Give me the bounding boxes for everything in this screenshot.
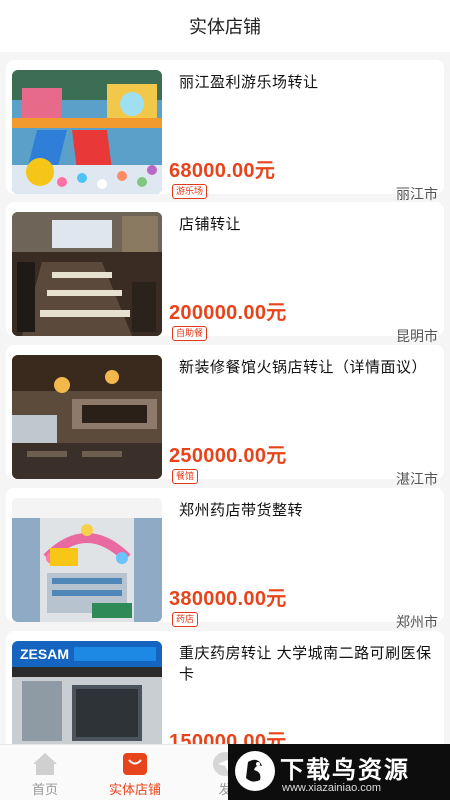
listing-list[interactable]: 丽江盈利游乐场转让 68000.00元 游乐场 丽江市 店铺转让 200000.… <box>0 52 450 744</box>
listing-title: 店铺转让 <box>179 216 242 233</box>
category-tag: 游乐场 <box>172 184 208 199</box>
listing-title: 丽江盈利游乐场转让 <box>179 74 319 91</box>
bird-logo-icon <box>235 751 275 791</box>
hotpot-restaurant-photo <box>12 355 162 479</box>
tab-home[interactable]: 首页 <box>0 745 90 800</box>
listing-card[interactable]: ZESAM 重庆药房转让 大学城南二路可刷医保卡 150000.00元 <box>6 631 444 744</box>
top-header: 实体店铺 <box>0 0 450 52</box>
listing-title: 新装修餐馆火锅店转让（详情面议） <box>179 359 428 376</box>
page-title: 实体店铺 <box>189 17 261 37</box>
category-tag: 餐馆 <box>172 469 199 484</box>
listing-price: 68000.00元 <box>169 160 276 182</box>
listing-price: 150000.00元 <box>169 731 287 744</box>
buffet-restaurant-photo <box>12 212 162 336</box>
listing-city: 昆明市 <box>396 328 438 344</box>
listing-price: 250000.00元 <box>169 445 287 467</box>
listing-card[interactable]: 新装修餐馆火锅店转让（详情面议） 250000.00元 餐馆 湛江市 <box>6 345 444 487</box>
listing-card[interactable]: 郑州药店带货整转 380000.00元 药店 郑州市 <box>6 488 444 630</box>
listing-city: 湛江市 <box>396 471 438 487</box>
tab-home-label: 首页 <box>31 782 58 797</box>
pharmacy-storefront-photo: ZESAM <box>12 641 162 744</box>
playground-photo <box>12 70 162 194</box>
listing-card[interactable]: 店铺转让 200000.00元 自助餐 昆明市 <box>6 202 444 344</box>
watermark-url: www.xiazainiao.com <box>282 782 382 794</box>
listing-city: 丽江市 <box>396 186 438 202</box>
listing-price: 380000.00元 <box>169 588 287 610</box>
listing-city: 郑州市 <box>396 614 438 630</box>
tab-stores[interactable]: 实体店铺 <box>90 745 180 800</box>
category-tag: 自助餐 <box>172 326 208 341</box>
category-tag: 药店 <box>172 612 199 627</box>
watermark-brand: 下载鸟资源 <box>280 757 410 784</box>
home-icon <box>33 753 57 775</box>
listing-title: 郑州药店带货整转 <box>179 502 304 519</box>
listing-card[interactable]: 丽江盈利游乐场转让 68000.00元 游乐场 丽江市 <box>6 60 444 202</box>
listing-title: 重庆药房转让 大学城南二路可刷医保卡 <box>179 645 432 683</box>
pharmacy-interior-photo <box>12 498 162 622</box>
tab-stores-label: 实体店铺 <box>108 782 161 797</box>
svg-text:ZESAM: ZESAM <box>20 646 69 662</box>
watermark-overlay: 下载鸟资源 www.xiazainiao.com <box>228 744 450 800</box>
shopping-bag-icon <box>123 753 147 775</box>
listing-price: 200000.00元 <box>169 302 287 324</box>
